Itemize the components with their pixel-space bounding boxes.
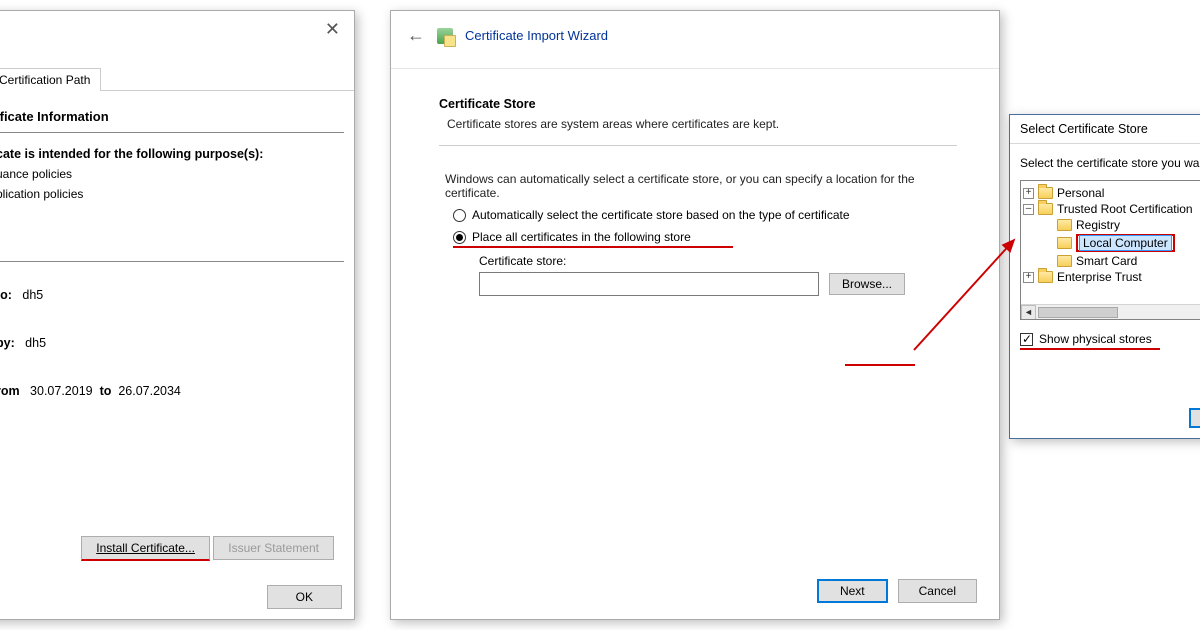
- radio-auto-label: Automatically select the certificate sto…: [472, 208, 850, 222]
- tree-item-local-computer[interactable]: Local Computer: [1076, 234, 1175, 252]
- intended-purpose-header: cate is intended for the following purpo…: [0, 147, 344, 161]
- purpose-line-2: plication policies: [0, 187, 344, 201]
- certificate-information-header: ificate Information: [0, 109, 344, 133]
- select-certificate-store-window: Select Certificate Store Select the cert…: [1009, 114, 1200, 439]
- certificate-store-input[interactable]: [479, 272, 819, 296]
- folder-icon: [1038, 203, 1053, 215]
- dialog-prompt: Select the certificate store you want: [1020, 156, 1200, 170]
- issued-to-label: to:: [0, 288, 12, 302]
- wizard-icon: [437, 28, 453, 44]
- cancel-button[interactable]: Cancel: [898, 579, 977, 603]
- radio-place-all[interactable]: Place all certificates in the following …: [453, 230, 733, 244]
- valid-from-value: 30.07.2019: [30, 384, 93, 398]
- valid-to-word: to: [100, 384, 112, 398]
- issued-to-row: to: dh5: [0, 288, 344, 302]
- ok-button[interactable]: OK: [267, 585, 342, 609]
- radio-place-label: Place all certificates in the following …: [472, 230, 691, 244]
- certificate-store-tree[interactable]: + Personal – Trusted Root Certification …: [1020, 180, 1200, 320]
- ok-button[interactable]: OK: [1189, 408, 1200, 428]
- issued-by-label: by:: [0, 336, 15, 350]
- back-arrow-icon[interactable]: ←: [407, 25, 425, 46]
- dialog-title: Select Certificate Store: [1010, 115, 1200, 144]
- checkbox-icon[interactable]: [1020, 333, 1033, 346]
- certificate-tabs: Certification Path: [0, 67, 354, 91]
- issuer-statement-button: Issuer Statement: [213, 536, 334, 560]
- folder-icon: [1057, 219, 1072, 231]
- collapse-icon[interactable]: –: [1023, 204, 1034, 215]
- issued-by-row: by: dh5: [0, 336, 344, 350]
- tree-item-trusted-root[interactable]: Trusted Root Certification: [1057, 202, 1193, 216]
- tree-item-smart-card[interactable]: Smart Card: [1076, 254, 1137, 268]
- tree-item-personal[interactable]: Personal: [1057, 186, 1104, 200]
- section-description: Certificate stores are system areas wher…: [447, 117, 957, 131]
- scrollbar-thumb[interactable]: [1038, 307, 1118, 318]
- radio-icon[interactable]: [453, 209, 466, 222]
- scroll-left-arrow-icon[interactable]: ◄: [1021, 305, 1036, 320]
- certificate-properties-window: ✕ Certification Path ificate Information…: [0, 10, 355, 620]
- show-physical-stores-label: Show physical stores: [1039, 332, 1152, 346]
- next-button[interactable]: Next: [817, 579, 888, 603]
- issued-to-value: dh5: [22, 288, 43, 302]
- certificate-import-wizard-window: ← Certificate Import Wizard Certificate …: [390, 10, 1000, 620]
- wizard-body-text: Windows can automatically select a certi…: [445, 172, 957, 200]
- valid-dates-row: rom 30.07.2019 to 26.07.2034: [0, 384, 344, 398]
- tab-certification-path[interactable]: Certification Path: [0, 68, 101, 91]
- valid-to-value: 26.07.2034: [118, 384, 181, 398]
- folder-icon: [1057, 255, 1072, 267]
- folder-icon: [1038, 187, 1053, 199]
- certificate-store-label: Certificate store:: [479, 254, 957, 268]
- wizard-title: Certificate Import Wizard: [465, 28, 608, 43]
- expand-icon[interactable]: +: [1023, 188, 1034, 199]
- close-icon[interactable]: ✕: [317, 15, 348, 44]
- issued-by-value: dh5: [25, 336, 46, 350]
- folder-icon: [1057, 237, 1072, 249]
- expand-icon[interactable]: +: [1023, 272, 1034, 283]
- valid-from-label: rom: [0, 384, 20, 398]
- browse-button[interactable]: Browse...: [829, 273, 905, 295]
- show-physical-stores-checkbox[interactable]: Show physical stores: [1020, 332, 1160, 346]
- section-title: Certificate Store: [439, 97, 957, 111]
- horizontal-scrollbar[interactable]: ◄ ►: [1021, 304, 1200, 319]
- purpose-line-1: uance policies: [0, 167, 344, 181]
- annotation-underline-browse: [845, 364, 915, 366]
- radio-icon[interactable]: [453, 231, 466, 244]
- install-certificate-button[interactable]: Install Certificate...: [81, 536, 210, 561]
- radio-auto-select[interactable]: Automatically select the certificate sto…: [453, 208, 957, 222]
- tree-item-registry[interactable]: Registry: [1076, 218, 1120, 232]
- folder-icon: [1038, 271, 1053, 283]
- tree-item-enterprise-trust[interactable]: Enterprise Trust: [1057, 270, 1142, 284]
